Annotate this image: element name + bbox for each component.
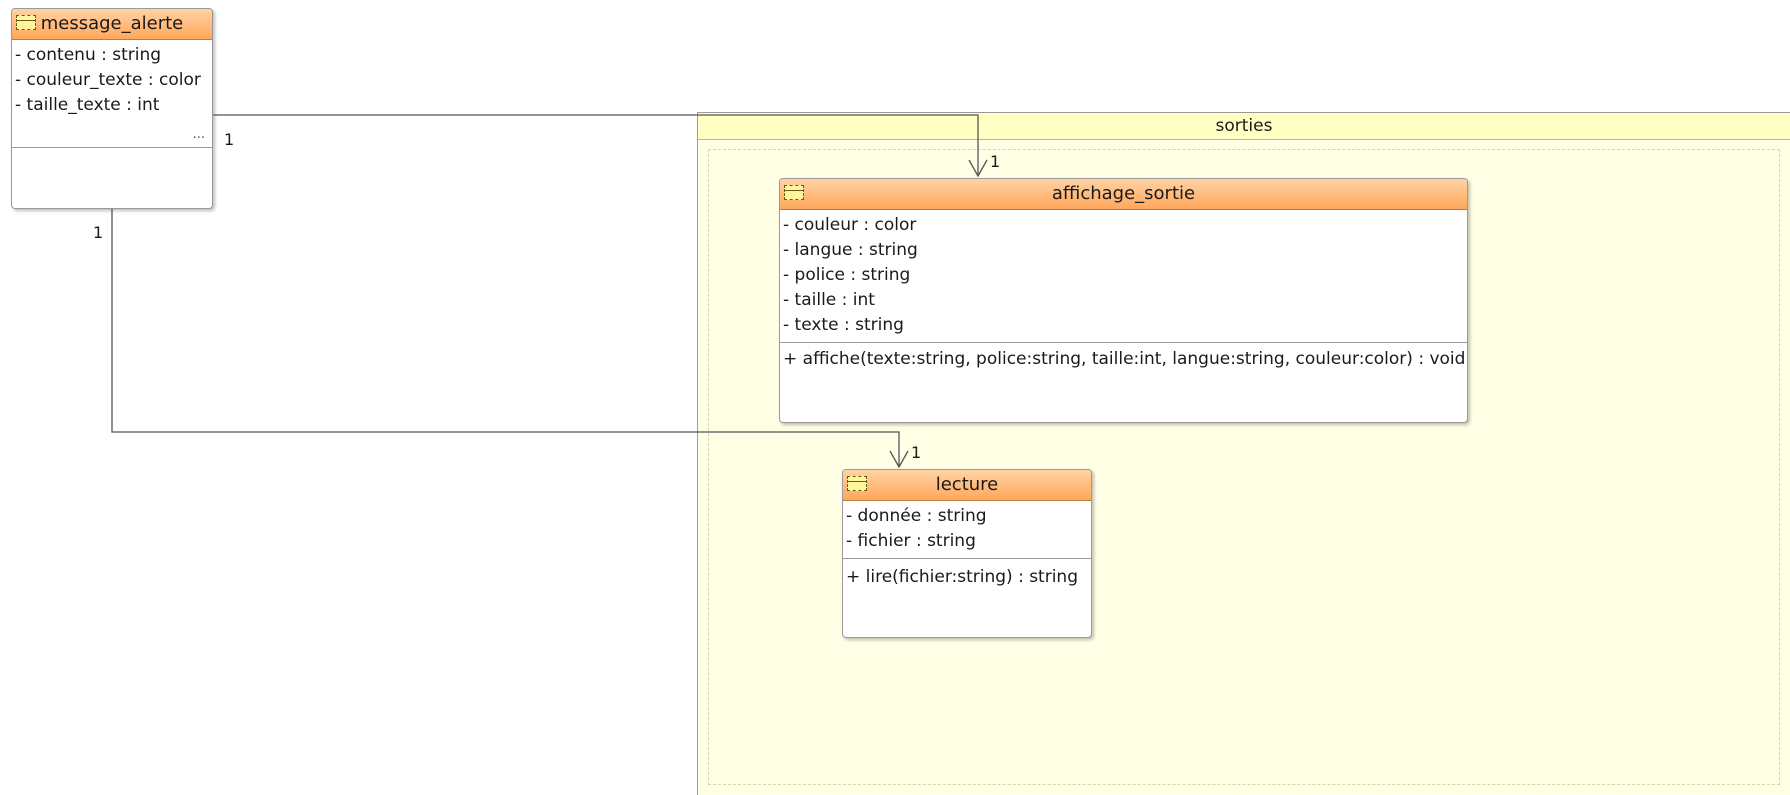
multiplicity-label: 1 (990, 152, 1001, 171)
multiplicity-label: 1 (224, 130, 235, 149)
association-line-message-alerte-affichage-sortie[interactable] (213, 114, 979, 176)
association-line-message-alerte-lecture[interactable] (111, 209, 900, 467)
association-edges (111, 114, 988, 469)
multiplicity-label: 1 (911, 443, 922, 462)
multiplicity-label: 1 (93, 223, 104, 242)
diagram-canvas: sorties message_alerte - contenu : strin… (0, 0, 1790, 795)
